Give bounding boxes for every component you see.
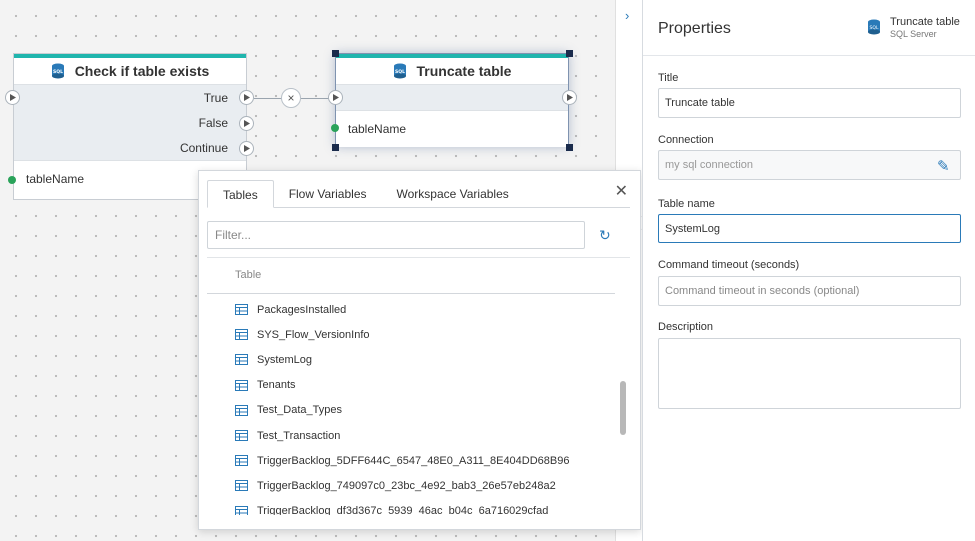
description-field[interactable] bbox=[658, 338, 961, 409]
play-icon bbox=[332, 94, 339, 101]
table-list-item[interactable]: SYS_Flow_VersionInfo bbox=[207, 322, 615, 347]
title-field[interactable] bbox=[658, 88, 961, 118]
command-timeout-field[interactable] bbox=[658, 276, 961, 306]
description-label: Description bbox=[658, 321, 714, 333]
play-icon bbox=[243, 120, 250, 127]
table-list-item[interactable]: Test_Transaction bbox=[207, 423, 615, 448]
node-title: Truncate table bbox=[416, 63, 512, 79]
node-truncate-table[interactable]: SQL Truncate table tableName bbox=[335, 53, 569, 147]
divider bbox=[207, 293, 615, 294]
table-list-item-label: TriggerBacklog_df3d367c_5939_46ac_b04c_6… bbox=[257, 505, 549, 515]
node-title: Check if table exists bbox=[74, 63, 210, 79]
connection-label: Connection bbox=[658, 134, 714, 146]
table-name-field[interactable] bbox=[658, 214, 961, 243]
selection-handle[interactable] bbox=[566, 144, 573, 151]
close-icon[interactable]: ✕ bbox=[615, 181, 628, 201]
play-icon bbox=[243, 94, 250, 101]
table-icon bbox=[235, 379, 248, 391]
selection-handle[interactable] bbox=[332, 50, 339, 57]
output-port-false[interactable] bbox=[239, 116, 254, 131]
tab-flow-variables[interactable]: Flow Variables bbox=[274, 180, 382, 208]
table-icon bbox=[235, 304, 248, 316]
table-list-item-label: PackagesInstalled bbox=[257, 303, 347, 316]
output-port-continue[interactable] bbox=[239, 141, 254, 156]
table-icon bbox=[235, 329, 248, 341]
panel-title: Properties bbox=[658, 20, 731, 37]
connection-field: my sql connection bbox=[658, 150, 961, 180]
filter-input[interactable] bbox=[207, 221, 585, 249]
connector-line bbox=[254, 98, 282, 99]
table-list-item-label: Tenants bbox=[257, 379, 296, 392]
table-name-label: Table name bbox=[658, 198, 715, 210]
list-scrollbar[interactable] bbox=[620, 381, 626, 435]
command-timeout-label: Command timeout (seconds) bbox=[658, 259, 800, 271]
title-label: Title bbox=[658, 72, 679, 84]
output-true: True bbox=[203, 90, 228, 105]
table-icon bbox=[235, 404, 248, 416]
tab-tables[interactable]: Tables bbox=[207, 180, 274, 208]
play-icon bbox=[243, 145, 250, 152]
play-icon bbox=[9, 94, 16, 101]
table-list-item[interactable]: TriggerBacklog_749097c0_23bc_4e92_bab3_2… bbox=[207, 473, 615, 498]
table-list-item[interactable]: TriggerBacklog_df3d367c_5939_46ac_b04c_6… bbox=[207, 499, 615, 515]
input-row: tableName bbox=[336, 110, 568, 147]
properties-panel: Properties SQL Truncate table SQL Server… bbox=[642, 0, 975, 541]
table-icon bbox=[235, 505, 248, 515]
node-outputs bbox=[336, 85, 568, 110]
selection-handle[interactable] bbox=[566, 50, 573, 57]
table-list-item[interactable]: PackagesInstalled bbox=[207, 297, 615, 322]
refresh-icon[interactable]: ↻ bbox=[599, 227, 611, 244]
divider bbox=[207, 257, 630, 258]
node-header: SQL Truncate table bbox=[336, 58, 568, 85]
svg-text:SQL: SQL bbox=[395, 69, 405, 75]
table-list-item-label: SYS_Flow_VersionInfo bbox=[257, 328, 370, 341]
table-list-item-label: Test_Transaction bbox=[257, 429, 341, 442]
component-info: SQL Truncate table SQL Server bbox=[867, 16, 960, 40]
table-icon bbox=[235, 430, 248, 442]
table-list-item-label: TriggerBacklog_749097c0_23bc_4e92_bab3_2… bbox=[257, 479, 556, 492]
table-list-item-label: TriggerBacklog_5DFF644C_6547_48E0_A311_8… bbox=[257, 454, 570, 467]
table-list-item[interactable]: TriggerBacklog_5DFF644C_6547_48E0_A311_8… bbox=[207, 448, 615, 473]
table-list[interactable]: PackagesInstalled SYS_Flow_VersionInfo Sys… bbox=[207, 297, 615, 515]
svg-text:SQL: SQL bbox=[53, 69, 63, 75]
selection-handle[interactable] bbox=[332, 144, 339, 151]
node-outputs: True False Continue bbox=[14, 85, 246, 160]
close-icon: × bbox=[287, 91, 295, 105]
table-icon bbox=[235, 455, 248, 467]
node-header: SQL Check if table exists bbox=[14, 58, 246, 85]
component-name: Truncate table bbox=[890, 16, 960, 28]
connected-dot-icon bbox=[8, 176, 16, 184]
database-icon: SQL bbox=[393, 63, 406, 79]
pencil-icon[interactable]: ✎ bbox=[937, 157, 950, 175]
play-icon bbox=[566, 94, 573, 101]
table-list-item[interactable]: SystemLog bbox=[207, 347, 615, 372]
table-picker-popover: Tables Flow Variables Workspace Variable… bbox=[198, 170, 641, 530]
input-port[interactable] bbox=[5, 90, 20, 105]
table-list-item-label: Test_Data_Types bbox=[257, 404, 342, 417]
table-list-item-label: SystemLog bbox=[257, 353, 313, 366]
output-port[interactable] bbox=[562, 90, 577, 105]
database-icon: SQL bbox=[868, 19, 880, 35]
connector-line bbox=[301, 98, 329, 99]
input-label: tableName bbox=[348, 122, 407, 136]
svg-text:SQL: SQL bbox=[870, 25, 879, 31]
table-icon bbox=[235, 480, 248, 492]
remove-connection-button[interactable]: × bbox=[281, 88, 301, 108]
column-header-table: Table bbox=[235, 269, 262, 281]
input-port[interactable] bbox=[328, 90, 343, 105]
database-icon: SQL bbox=[51, 63, 64, 79]
input-label: tableName bbox=[26, 172, 85, 186]
divider bbox=[643, 55, 975, 56]
table-icon bbox=[235, 354, 248, 366]
output-continue: Continue bbox=[179, 140, 228, 155]
output-false: False bbox=[198, 115, 228, 130]
chevron-right-icon[interactable]: › bbox=[625, 8, 629, 23]
tab-workspace-variables[interactable]: Workspace Variables bbox=[382, 180, 524, 208]
picker-tabs: Tables Flow Variables Workspace Variable… bbox=[207, 180, 524, 208]
table-list-item[interactable]: Test_Data_Types bbox=[207, 398, 615, 423]
table-list-item[interactable]: Tenants bbox=[207, 373, 615, 398]
output-port-true[interactable] bbox=[239, 90, 254, 105]
connected-dot-icon bbox=[331, 124, 339, 132]
component-type: SQL Server bbox=[890, 29, 937, 39]
